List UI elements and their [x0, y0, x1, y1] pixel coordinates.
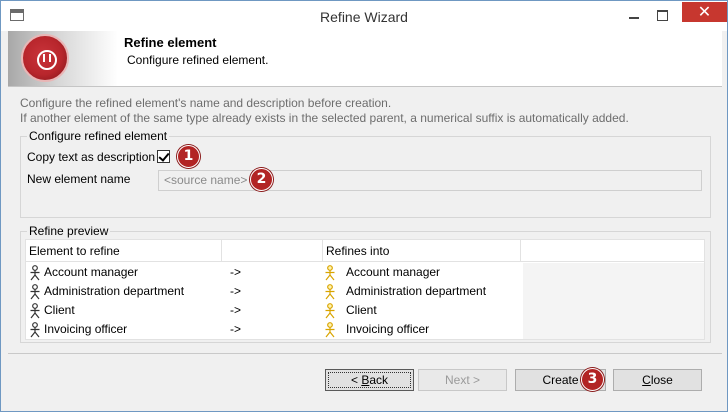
refine-wizard-window: Refine Wizard ✕ Refine element Configure… — [0, 0, 728, 412]
actor-icon — [30, 303, 40, 319]
row-filler — [523, 282, 704, 301]
back-button-mnemonic: B — [361, 373, 370, 387]
table-row[interactable]: Account manager -> Account manager — [26, 263, 704, 282]
refine-arrow: -> — [230, 303, 242, 317]
back-button-rest: ack — [369, 373, 389, 387]
actor-icon — [325, 284, 335, 300]
back-button[interactable]: < Back — [325, 369, 414, 391]
callout-badge-1: 1 — [177, 145, 200, 168]
actor-icon — [325, 303, 335, 319]
refine-preview-table: Element to refine Refines into Account m… — [25, 239, 705, 340]
actor-icon — [30, 284, 40, 300]
column-header-arrow[interactable] — [222, 240, 323, 262]
actor-icon — [30, 322, 40, 338]
target-element: Client — [346, 303, 377, 317]
close-button-mnemonic: C — [642, 373, 651, 387]
copy-description-label: Copy text as description — [27, 150, 156, 164]
actor-icon — [30, 265, 40, 281]
next-button[interactable]: Next > — [418, 369, 507, 391]
table-header: Element to refine Refines into — [26, 240, 704, 262]
maximize-button[interactable] — [652, 7, 672, 25]
close-button-rest: lose — [650, 373, 673, 387]
row-filler — [523, 263, 704, 282]
target-element: Invoicing officer — [346, 322, 430, 336]
table-row[interactable]: Client -> Client — [26, 301, 704, 320]
wizard-banner: Refine element Configure refined element… — [8, 31, 722, 87]
source-element: Invoicing officer — [44, 322, 128, 336]
help-text-line-2: If another element of the same type alre… — [20, 111, 629, 125]
back-button-prefix: < — [350, 373, 362, 387]
column-header-extra[interactable] — [521, 240, 704, 262]
source-element: Administration department — [44, 284, 185, 298]
table-row[interactable]: Administration department -> Administrat… — [26, 282, 704, 301]
button-bar-divider — [8, 353, 722, 354]
callout-badge-3: 3 — [581, 368, 604, 391]
column-header-refines-into[interactable]: Refines into — [323, 240, 521, 262]
title-bar: Refine Wizard ✕ — [1, 1, 727, 31]
close-button[interactable]: Close — [613, 369, 702, 391]
new-element-name-label: New element name — [27, 172, 131, 186]
refine-preview-group-label: Refine preview — [27, 224, 111, 238]
actor-icon — [325, 322, 335, 338]
actor-icon — [325, 265, 335, 281]
banner-logo-area — [8, 31, 118, 86]
refine-arrow: -> — [230, 322, 242, 336]
help-text-line-1: Configure the refined element's name and… — [20, 96, 392, 110]
row-filler — [523, 320, 704, 339]
copy-description-checkbox[interactable] — [157, 150, 170, 163]
refine-arrow: -> — [230, 284, 242, 298]
page-title: Refine element — [124, 35, 217, 50]
close-window-button[interactable]: ✕ — [682, 2, 727, 22]
table-row[interactable]: Invoicing officer -> Invoicing officer — [26, 320, 704, 339]
configure-group-label: Configure refined element — [27, 129, 170, 143]
column-header-element-to-refine[interactable]: Element to refine — [26, 240, 222, 262]
callout-badge-2: 2 — [250, 168, 273, 191]
page-subtitle: Configure refined element. — [127, 53, 269, 67]
source-element: Client — [44, 303, 75, 317]
target-element: Administration department — [346, 284, 487, 298]
source-element: Account manager — [44, 265, 139, 279]
window-title: Refine Wizard — [320, 9, 408, 25]
minimize-button[interactable] — [624, 7, 644, 25]
new-element-name-input[interactable]: <source name> — [158, 170, 702, 191]
row-filler — [523, 301, 704, 320]
target-element: Account manager — [346, 265, 441, 279]
refine-arrow: -> — [230, 265, 242, 279]
refine-logo-icon — [21, 34, 69, 82]
